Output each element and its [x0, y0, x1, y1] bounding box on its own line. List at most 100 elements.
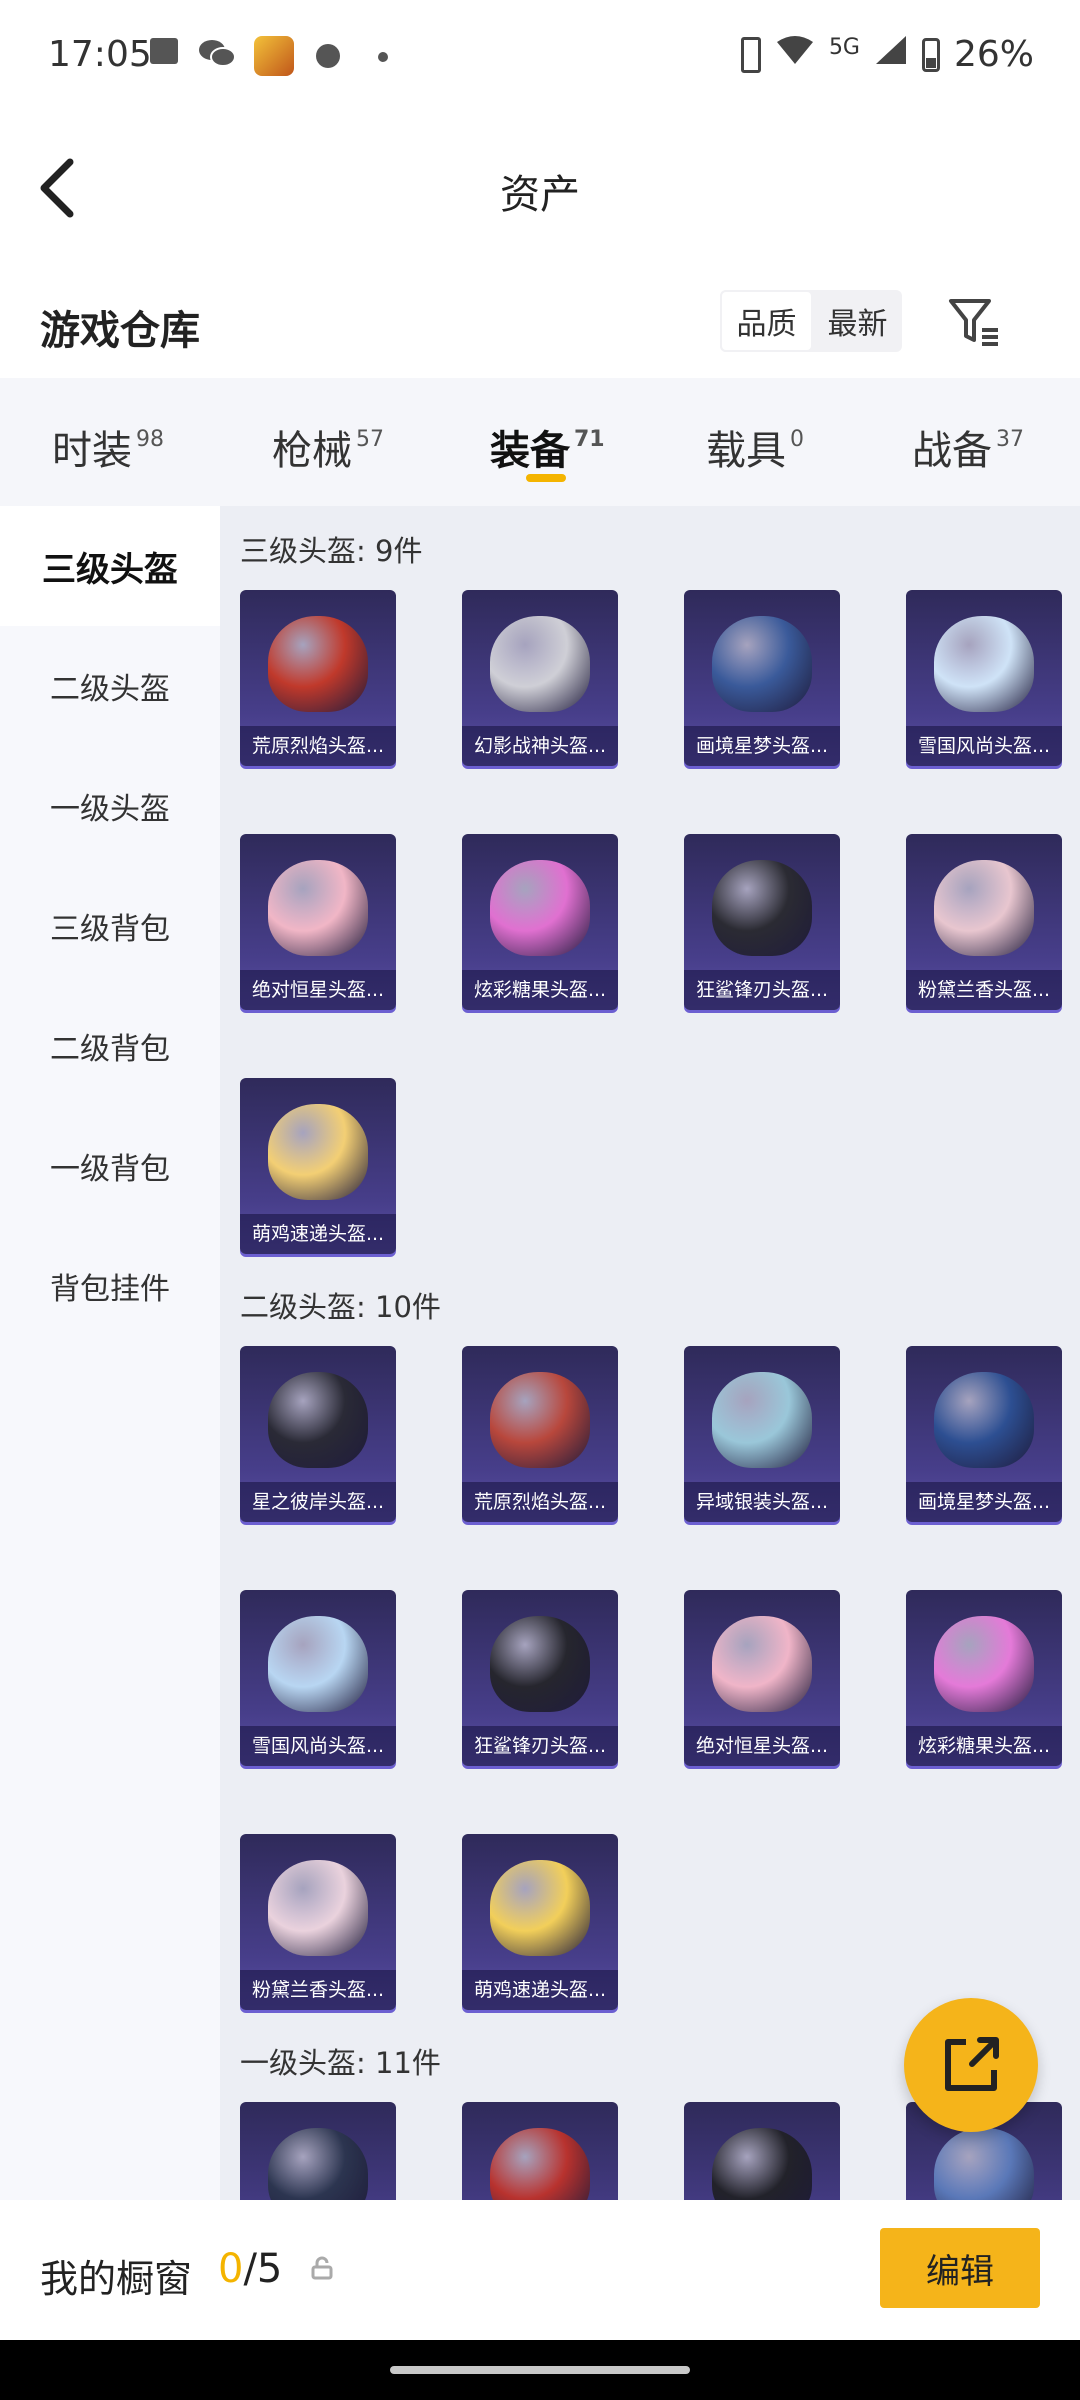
item-card[interactable]: 画境星梦头盔... [684, 590, 840, 766]
item-name: 画境星梦头盔... [906, 1482, 1062, 1522]
tab-supplies[interactable]: 战备 37 [912, 418, 1024, 476]
helmet-icon [712, 1372, 812, 1468]
item-card[interactable] [684, 2102, 840, 2200]
network-label: 5G [828, 35, 860, 60]
status-bar: 17:05 5G 26% [0, 0, 1080, 112]
tab-active-indicator [526, 474, 566, 482]
nav-bar: 资产 [0, 112, 1080, 262]
category-item[interactable]: 一级背包 [0, 1106, 220, 1226]
category-item[interactable]: 二级背包 [0, 986, 220, 1106]
helmet-icon [268, 2128, 368, 2200]
helmet-icon [712, 2128, 812, 2200]
item-name: 炫彩糖果头盔... [906, 1726, 1062, 1766]
notification-icon [150, 38, 178, 64]
item-name: 雪国风尚头盔... [240, 1726, 396, 1766]
helmet-icon [490, 616, 590, 712]
category-sidebar: 三级头盔 二级头盔 一级头盔 三级背包 二级背包 一级背包 背包挂件 [0, 506, 220, 2200]
helmet-icon [490, 1860, 590, 1956]
tab-count: 37 [996, 427, 1024, 452]
sort-toggle: 品质 最新 [720, 290, 902, 352]
item-card[interactable]: 粉黛兰香头盔... [240, 1834, 396, 2010]
share-fab-button[interactable] [904, 1998, 1038, 2132]
group-title: 二级头盔: 10件 [240, 1290, 441, 1324]
item-card[interactable]: 炫彩糖果头盔... [906, 1590, 1062, 1766]
battery-percent: 26% [953, 34, 1034, 75]
item-card[interactable]: 绝对恒星头盔... [684, 1590, 840, 1766]
item-card[interactable]: 画境星梦头盔... [906, 1346, 1062, 1522]
bottom-bar: 我的橱窗 0/5 编辑 [0, 2200, 1080, 2340]
item-name: 异域银装头盔... [684, 1482, 840, 1522]
helmet-icon [268, 1860, 368, 1956]
item-name: 画境星梦头盔... [684, 726, 840, 766]
showcase-count: 0/5 [218, 2246, 282, 2292]
battery-icon [921, 37, 940, 72]
item-name: 炫彩糖果头盔... [462, 970, 618, 1010]
game-app-icon [254, 36, 294, 76]
tab-label: 载具 [706, 428, 786, 474]
helmet-icon [490, 2128, 590, 2200]
helmet-icon [268, 860, 368, 956]
category-item[interactable]: 三级头盔 [0, 506, 220, 626]
category-item[interactable]: 三级背包 [0, 866, 220, 986]
item-grid: 三级头盔: 9件荒原烈焰头盔... 幻影战神头盔... 画境星梦头盔... 雪国风尚头… [220, 506, 1080, 2200]
dot-icon [378, 52, 388, 62]
item-name: 绝对恒星头盔... [684, 1726, 840, 1766]
tab-vehicles[interactable]: 载具 0 [706, 418, 804, 476]
helmet-icon [934, 1372, 1034, 1468]
tab-fashion[interactable]: 时装 98 [52, 418, 164, 476]
item-card[interactable]: 萌鸡速递头盔... [240, 1078, 396, 1254]
group-title: 三级头盔: 9件 [240, 534, 423, 568]
item-card[interactable]: 狂鲨锋刃头盔... [462, 1590, 618, 1766]
item-card[interactable] [240, 2102, 396, 2200]
status-time: 17:05 [48, 34, 152, 75]
category-item[interactable]: 背包挂件 [0, 1226, 220, 1346]
lock-icon [310, 2256, 334, 2280]
helmet-icon [490, 860, 590, 956]
helmet-icon [934, 860, 1034, 956]
helmet-icon [934, 2128, 1034, 2200]
item-card[interactable]: 星之彼岸头盔... [240, 1346, 396, 1522]
external-link-icon [945, 2037, 999, 2091]
category-item[interactable]: 二级头盔 [0, 626, 220, 746]
nfc-icon [740, 36, 761, 73]
item-card[interactable]: 粉黛兰香头盔... [906, 834, 1062, 1010]
signal-icon [874, 34, 908, 75]
item-card[interactable]: 雪国风尚头盔... [906, 590, 1062, 766]
item-card[interactable]: 绝对恒星头盔... [240, 834, 396, 1010]
item-card[interactable] [462, 2102, 618, 2200]
helmet-icon [934, 616, 1034, 712]
item-card[interactable]: 萌鸡速递头盔... [462, 1834, 618, 2010]
helmet-icon [268, 616, 368, 712]
filter-icon [949, 299, 998, 346]
tab-count: 71 [574, 427, 605, 452]
tab-equipment[interactable]: 装备 71 [490, 418, 605, 476]
sort-option-newest[interactable]: 最新 [813, 290, 902, 352]
tab-count: 0 [790, 427, 804, 452]
item-name: 雪国风尚头盔... [906, 726, 1062, 766]
item-name: 幻影战神头盔... [462, 726, 618, 766]
helmet-icon [712, 860, 812, 956]
home-indicator[interactable] [390, 2366, 690, 2374]
item-name: 萌鸡速递头盔... [240, 1214, 396, 1254]
helmet-icon [268, 1104, 368, 1200]
helmet-icon [268, 1372, 368, 1468]
item-card[interactable]: 异域银装头盔... [684, 1346, 840, 1522]
item-card[interactable]: 荒原烈焰头盔... [240, 590, 396, 766]
helmet-icon [712, 1616, 812, 1712]
category-item[interactable]: 一级头盔 [0, 746, 220, 866]
item-name: 绝对恒星头盔... [240, 970, 396, 1010]
item-card[interactable]: 幻影战神头盔... [462, 590, 618, 766]
item-card[interactable]: 狂鲨锋刃头盔... [684, 834, 840, 1010]
tab-count: 98 [136, 427, 164, 452]
tab-guns[interactable]: 枪械 57 [272, 418, 384, 476]
filter-button[interactable] [948, 296, 1002, 348]
helmet-icon [934, 1616, 1034, 1712]
group-title: 一级头盔: 11件 [240, 2046, 441, 2080]
item-card[interactable]: 雪国风尚头盔... [240, 1590, 396, 1766]
item-card[interactable]: 荒原烈焰头盔... [462, 1346, 618, 1522]
item-name: 粉黛兰香头盔... [906, 970, 1062, 1010]
edit-button[interactable]: 编辑 [880, 2228, 1040, 2308]
item-name: 荒原烈焰头盔... [462, 1482, 618, 1522]
item-card[interactable]: 炫彩糖果头盔... [462, 834, 618, 1010]
sort-option-quality[interactable]: 品质 [720, 290, 813, 352]
